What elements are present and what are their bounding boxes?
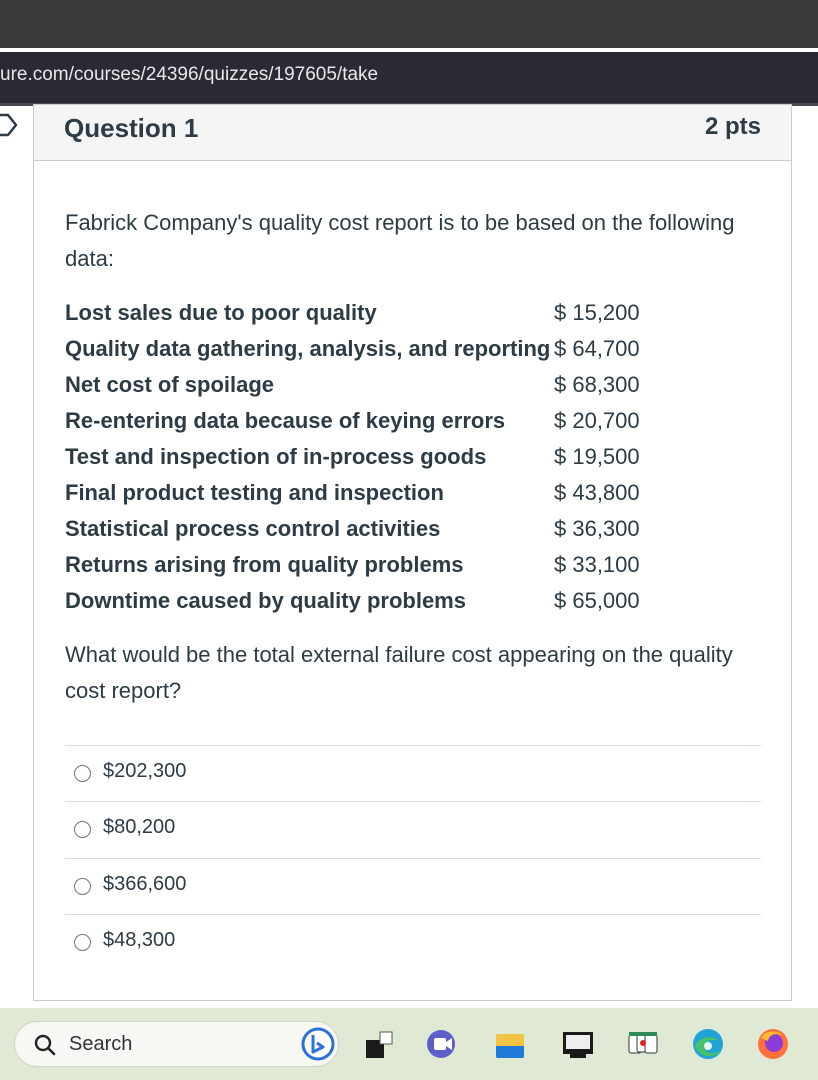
cost-row: Returns arising from quality problems $ … xyxy=(65,547,665,583)
answer-label[interactable]: $48,300 xyxy=(103,929,175,952)
cost-label: Re-entering data because of keying error… xyxy=(65,408,506,433)
cost-value: $ 15,200 xyxy=(554,300,640,325)
edge-icon[interactable] xyxy=(690,1026,726,1062)
cost-label: Net cost of spoilage xyxy=(65,372,275,397)
cost-label: Test and inspection of in-process goods xyxy=(65,444,487,469)
cost-label: Quality data gathering, analysis, and re… xyxy=(65,336,551,361)
file-explorer-icon[interactable] xyxy=(492,1026,528,1062)
taskbar: Search xyxy=(0,1008,818,1080)
radio-button[interactable] xyxy=(74,934,91,951)
cost-row: Final product testing and inspection $ 4… xyxy=(65,475,665,511)
cost-value: $ 65,000 xyxy=(554,588,640,613)
terminal-icon[interactable] xyxy=(560,1026,596,1062)
firefox-icon[interactable] xyxy=(755,1026,791,1062)
cost-value: $ 43,800 xyxy=(554,480,640,505)
question-title: Question 1 xyxy=(64,113,199,143)
answer-option[interactable]: $202,300 xyxy=(65,745,761,801)
search-label: Search xyxy=(69,1033,133,1055)
question-points: 2 pts xyxy=(704,113,761,140)
radio-button[interactable] xyxy=(74,765,91,782)
search-icon xyxy=(34,1034,56,1056)
question-card: Question 1 2 pts Fabrick Company's quali… xyxy=(33,104,792,1001)
answer-label[interactable]: $80,200 xyxy=(103,816,175,839)
answer-label[interactable]: $366,600 xyxy=(103,873,186,896)
cost-value: $ 19,500 xyxy=(554,444,640,469)
radio-button[interactable] xyxy=(74,821,91,838)
cost-value: $ 33,100 xyxy=(554,552,640,577)
cost-label: Returns arising from quality problems xyxy=(65,552,464,577)
cost-row: Net cost of spoilage $ 68,300 xyxy=(65,367,665,403)
question-prompt: What would be the total external failure… xyxy=(65,642,733,703)
cost-row: Re-entering data because of keying error… xyxy=(65,403,665,439)
radio-button[interactable] xyxy=(74,878,91,895)
taskbar-search[interactable]: Search xyxy=(14,1021,339,1067)
answer-option[interactable]: $366,600 xyxy=(65,858,761,914)
cost-value: $ 36,300 xyxy=(554,516,640,541)
question-intro: Fabrick Company's quality cost report is… xyxy=(65,210,735,271)
cost-value: $ 20,700 xyxy=(554,408,640,433)
cost-row: Statistical process control activities $… xyxy=(65,511,665,547)
app-window-icon[interactable] xyxy=(362,1026,398,1062)
cost-label: Lost sales due to poor quality xyxy=(65,300,377,325)
cost-value: $ 64,700 xyxy=(554,336,640,361)
bing-icon[interactable] xyxy=(300,1026,336,1062)
video-call-icon[interactable] xyxy=(425,1026,461,1062)
browser-tab-strip xyxy=(0,0,818,48)
question-flag-icon[interactable] xyxy=(0,112,24,138)
answer-label[interactable]: $202,300 xyxy=(103,760,186,783)
answer-option[interactable]: $80,200 xyxy=(65,801,761,857)
cost-label: Downtime caused by quality problems xyxy=(65,588,466,613)
cost-value: $ 68,300 xyxy=(554,372,640,397)
cost-label: Final product testing and inspection xyxy=(65,480,444,505)
solitaire-icon[interactable] xyxy=(625,1026,661,1062)
question-header: Question 1 2 pts xyxy=(34,105,791,161)
cost-row: Lost sales due to poor quality $ 15,200 xyxy=(65,295,665,331)
cost-row: Test and inspection of in-process goods … xyxy=(65,439,665,475)
cost-label: Statistical process control activities xyxy=(65,516,441,541)
cost-row: Quality data gathering, analysis, and re… xyxy=(65,331,665,367)
address-url[interactable]: ure.com/courses/24396/quizzes/197605/tak… xyxy=(0,64,378,86)
answer-option[interactable]: $48,300 xyxy=(65,914,761,970)
cost-row: Downtime caused by quality problems $ 65… xyxy=(65,583,665,619)
